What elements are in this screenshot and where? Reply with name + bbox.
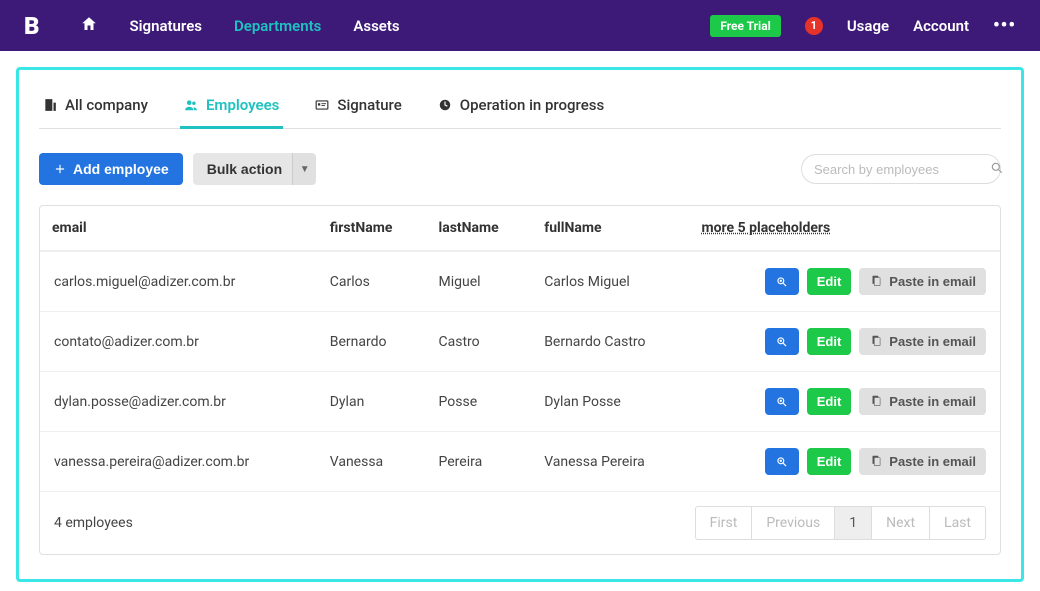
edit-button[interactable]: Edit [807,268,852,295]
nav-departments[interactable]: Departments [234,17,321,35]
paste-label: Paste in email [889,454,976,469]
zoom-button[interactable] [765,328,799,355]
table-row: contato@adizer.com.br Bernardo Castro Be… [40,311,1000,371]
cell-fullname: Carlos Miguel [532,251,689,311]
paste-icon [869,334,883,349]
paste-button[interactable]: Paste in email [859,448,986,475]
zoom-button[interactable] [765,388,799,415]
bulk-action-group: Bulk action ▼ [193,153,316,185]
paste-icon [869,394,883,409]
cell-firstname: Bernardo [318,311,427,371]
plus-icon [53,161,67,177]
tab-label: Employees [206,96,279,114]
free-trial-badge[interactable]: Free Trial [710,15,781,37]
paste-label: Paste in email [889,334,976,349]
brand-logo[interactable]: B [24,12,40,40]
cell-email: contato@adizer.com.br [40,311,318,371]
cell-email: vanessa.pereira@adizer.com.br [40,431,318,491]
tab-label: All company [65,96,148,114]
table-row: dylan.posse@adizer.com.br Dylan Posse Dy… [40,371,1000,431]
col-fullname: fullName [532,206,689,251]
paste-label: Paste in email [889,274,976,289]
paste-icon [869,274,883,289]
search-box[interactable] [801,154,1001,184]
row-actions: Edit Paste in email [702,328,986,355]
search-input[interactable] [814,162,990,177]
cell-email: carlos.miguel@adizer.com.br [40,251,318,311]
nav-account[interactable]: Account [913,17,969,35]
row-actions: Edit Paste in email [702,388,986,415]
cell-lastname: Castro [427,311,533,371]
notification-badge[interactable]: 1 [805,17,823,35]
nav-right: Free Trial 1 Usage Account ••• [710,15,1016,37]
nav-signatures[interactable]: Signatures [130,17,202,35]
paste-button[interactable]: Paste in email [859,328,986,355]
paste-icon [869,454,883,469]
employee-count: 4 employees [54,515,133,531]
edit-button[interactable]: Edit [807,448,852,475]
paste-button[interactable]: Paste in email [859,268,986,295]
page-next[interactable]: Next [871,507,929,539]
tab-label: Signature [337,96,401,114]
zoom-button[interactable] [765,448,799,475]
cell-fullname: Dylan Posse [532,371,689,431]
col-email: email [40,206,318,251]
cell-lastname: Posse [427,371,533,431]
table-row: vanessa.pereira@adizer.com.br Vanessa Pe… [40,431,1000,491]
bulk-action-caret[interactable]: ▼ [292,153,316,185]
cell-fullname: Vanessa Pereira [532,431,689,491]
cell-email: dylan.posse@adizer.com.br [40,371,318,431]
cell-firstname: Carlos [318,251,427,311]
top-nav: B Signatures Departments Assets Free Tri… [0,0,1040,51]
cell-fullname: Bernardo Castro [532,311,689,371]
nav-assets[interactable]: Assets [353,17,399,35]
nav-usage[interactable]: Usage [847,17,889,35]
paste-button[interactable]: Paste in email [859,388,986,415]
col-more-placeholders[interactable]: more 5 placeholders [690,206,1000,251]
card-icon [315,96,329,114]
paste-label: Paste in email [889,394,976,409]
cell-firstname: Dylan [318,371,427,431]
edit-button[interactable]: Edit [807,328,852,355]
clock-icon [438,96,452,114]
cell-lastname: Pereira [427,431,533,491]
toolbar: Add employee Bulk action ▼ [39,153,1001,185]
tab-employees[interactable]: Employees [180,86,283,129]
zoom-button[interactable] [765,268,799,295]
page-previous[interactable]: Previous [751,507,834,539]
page-current[interactable]: 1 [834,507,871,539]
edit-button[interactable]: Edit [807,388,852,415]
row-actions: Edit Paste in email [702,268,986,295]
bulk-action-button[interactable]: Bulk action [193,153,296,185]
tab-signature[interactable]: Signature [311,86,405,129]
page-last[interactable]: Last [929,507,985,539]
building-icon [43,96,57,114]
tab-all-company[interactable]: All company [39,86,152,129]
button-label: Add employee [73,161,169,177]
table-row: carlos.miguel@adizer.com.br Carlos Migue… [40,251,1000,311]
tabs: All company Employees Signature Operatio… [39,86,1001,129]
tab-operation[interactable]: Operation in progress [434,86,608,129]
users-icon [184,96,198,114]
col-lastname: lastName [427,206,533,251]
add-employee-button[interactable]: Add employee [39,153,183,185]
main-panel: All company Employees Signature Operatio… [16,67,1024,582]
tab-label: Operation in progress [460,96,604,114]
nav-left: Signatures Departments Assets [80,15,711,36]
cell-firstname: Vanessa [318,431,427,491]
search-icon [990,161,1004,177]
more-menu-icon[interactable]: ••• [993,15,1016,36]
home-icon[interactable] [80,15,98,36]
col-firstname: firstName [318,206,427,251]
cell-lastname: Miguel [427,251,533,311]
pagination: First Previous 1 Next Last [695,506,986,540]
employees-table: email firstName lastName fullName more 5… [39,205,1001,555]
row-actions: Edit Paste in email [702,448,986,475]
page-first[interactable]: First [696,507,752,539]
